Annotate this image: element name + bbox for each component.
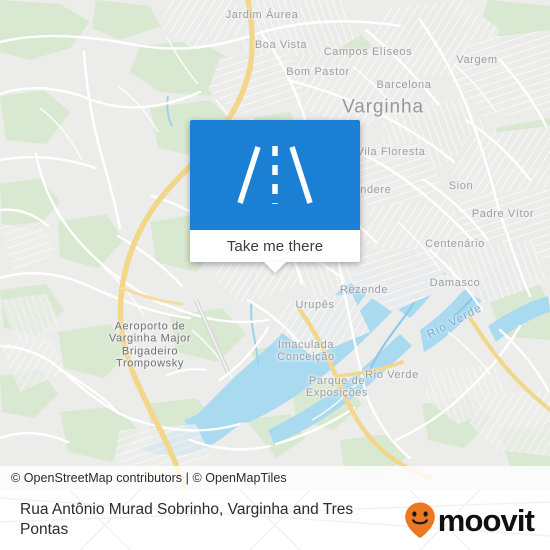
map-label-airport: Aeroporto de Varginha Major Brigadeiro T… xyxy=(109,320,191,369)
popup-pointer-tail xyxy=(264,262,286,273)
map-label: Conceição xyxy=(277,350,335,363)
map-label: Jardim Áurea xyxy=(225,8,299,21)
road-icon xyxy=(237,146,313,204)
airport-line: Aeroporto de xyxy=(114,320,186,333)
map-attribution-text: © OpenStreetMap contributors | © OpenMap… xyxy=(11,471,287,485)
moovit-wordmark: moovit xyxy=(437,502,535,538)
map-label: Barcelona xyxy=(376,78,432,91)
popup-icon-header xyxy=(190,120,360,230)
map-label: Imaculada xyxy=(277,338,335,351)
map-label: Damasco xyxy=(429,276,481,289)
map-label: Padre Vítor xyxy=(471,207,535,220)
map-label: Bom Pastor xyxy=(286,65,350,78)
place-title: Rua Antônio Murad Sobrinho, Varginha and… xyxy=(20,501,354,538)
airport-line: Trompowsky xyxy=(116,357,184,370)
map-label: Parque de xyxy=(308,374,366,387)
airport-line: Brigadeiro xyxy=(121,345,179,357)
map-canvas[interactable]: Jardim Áurea Boa Vista Campos Elíseos Va… xyxy=(0,0,550,490)
map-label: Rezende xyxy=(339,283,389,296)
map-label: Rio Verde xyxy=(365,368,419,381)
moovit-logo[interactable]: moovit xyxy=(403,501,535,539)
map-label: Sion xyxy=(448,179,474,192)
map-label: Urupês xyxy=(295,298,335,311)
map-label: Campos Elíseos xyxy=(323,45,413,58)
map-label: Vila Floresta xyxy=(356,145,426,158)
popup-cta[interactable]: Take me there xyxy=(190,230,360,262)
screenshot-root: Jardim Áurea Boa Vista Campos Elíseos Va… xyxy=(0,0,550,550)
map-label: Vargem xyxy=(456,53,498,66)
footer-bar: Rua Antônio Murad Sobrinho, Varginha and… xyxy=(0,490,550,550)
airport-line: Varginha Major xyxy=(108,332,192,345)
map-label-city: Varginha xyxy=(342,96,424,118)
map-label: Boa Vista xyxy=(254,38,308,51)
map-label: Centenário xyxy=(425,237,485,250)
take-me-there-popup[interactable]: Take me there xyxy=(190,120,360,273)
smiling-map-pin-icon xyxy=(404,502,435,538)
map-label: Exposições xyxy=(305,386,369,399)
map-attribution-bar: © OpenStreetMap contributors | © OpenMap… xyxy=(0,466,550,490)
popup-cta-label: Take me there xyxy=(226,237,324,255)
